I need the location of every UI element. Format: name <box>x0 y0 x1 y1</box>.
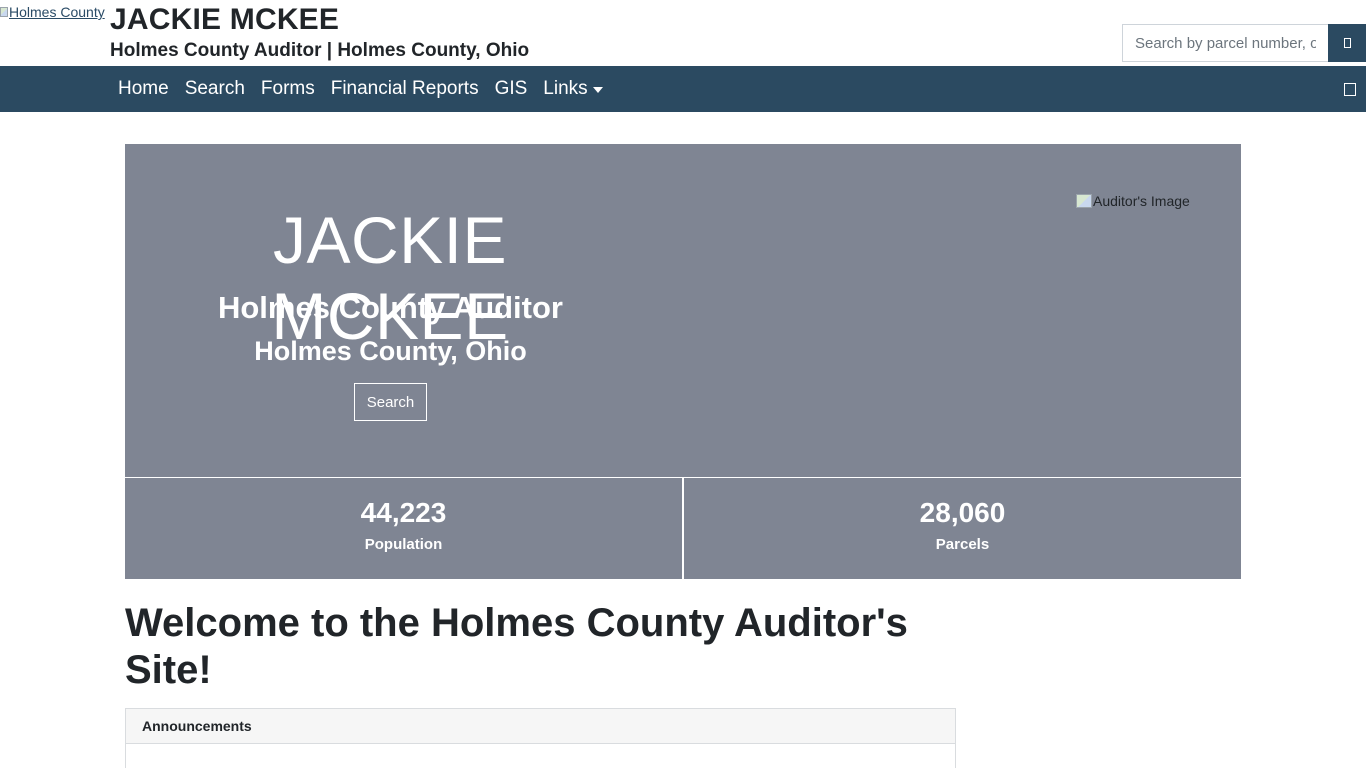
nav-item-links-dropdown[interactable]: Links <box>535 66 610 112</box>
nav-item-label: Forms <box>260 78 315 99</box>
nav-item-financial-reports[interactable]: Financial Reports <box>323 66 487 112</box>
stat-population-label: Population <box>364 536 443 553</box>
announcements-header: Announcements <box>126 709 955 744</box>
caret-down-icon <box>592 87 603 93</box>
nav-item-label: Links <box>543 78 588 99</box>
county-logo-alt-text: Holmes County <box>9 4 105 20</box>
menu-toggle-icon[interactable] <box>1344 83 1356 96</box>
stat-parcels: 28,060 Parcels <box>684 478 1241 579</box>
nav-item-label: GIS <box>494 78 528 99</box>
auditor-image-alt-text: Auditor's Image <box>1093 193 1190 209</box>
nav-item-label: Home <box>118 78 169 99</box>
search-icon <box>1343 38 1351 48</box>
county-logo-link[interactable]: Holmes County <box>0 4 105 20</box>
nav-items: Home Search Forms Financial Reports GIS … <box>110 66 611 112</box>
nav-item-label: Search <box>184 78 245 99</box>
stat-population: 44,223 Population <box>125 478 682 579</box>
broken-image-icon <box>1076 194 1092 208</box>
hero-name: JACKIE MCKEE <box>271 203 509 353</box>
hero-location: Holmes County, Ohio <box>254 336 527 366</box>
search-input[interactable] <box>1122 24 1328 62</box>
stat-population-value: 44,223 <box>360 497 447 528</box>
stat-parcels-label: Parcels <box>935 536 990 553</box>
nav-item-home[interactable]: Home <box>110 66 177 112</box>
nav-item-gis[interactable]: GIS <box>487 66 536 112</box>
nav-item-search[interactable]: Search <box>177 66 253 112</box>
broken-image-icon <box>0 7 8 17</box>
site-header: Holmes County JACKIE MCKEE Holmes County… <box>0 0 1366 66</box>
main-navbar: Home Search Forms Financial Reports GIS … <box>0 66 1366 112</box>
stat-parcels-value: 28,060 <box>919 497 1006 528</box>
auditor-image: Auditor's Image <box>1076 193 1190 209</box>
hero-role: Holmes County Auditor <box>217 290 563 325</box>
announcements-card: Announcements <box>125 708 956 768</box>
nav-item-forms[interactable]: Forms <box>253 66 323 112</box>
search-button[interactable] <box>1328 24 1366 62</box>
welcome-heading: Welcome to the Holmes County Auditor's S… <box>125 601 908 692</box>
site-title: JACKIE MCKEE <box>110 3 340 36</box>
hero-banner: JACKIE MCKEE Holmes County Auditor Holme… <box>125 144 1241 477</box>
header-search <box>1122 24 1366 62</box>
hero-search-button[interactable]: Search <box>354 383 427 421</box>
nav-item-label: Financial Reports <box>330 78 479 99</box>
site-subtitle: Holmes County Auditor | Holmes County, O… <box>110 40 530 61</box>
